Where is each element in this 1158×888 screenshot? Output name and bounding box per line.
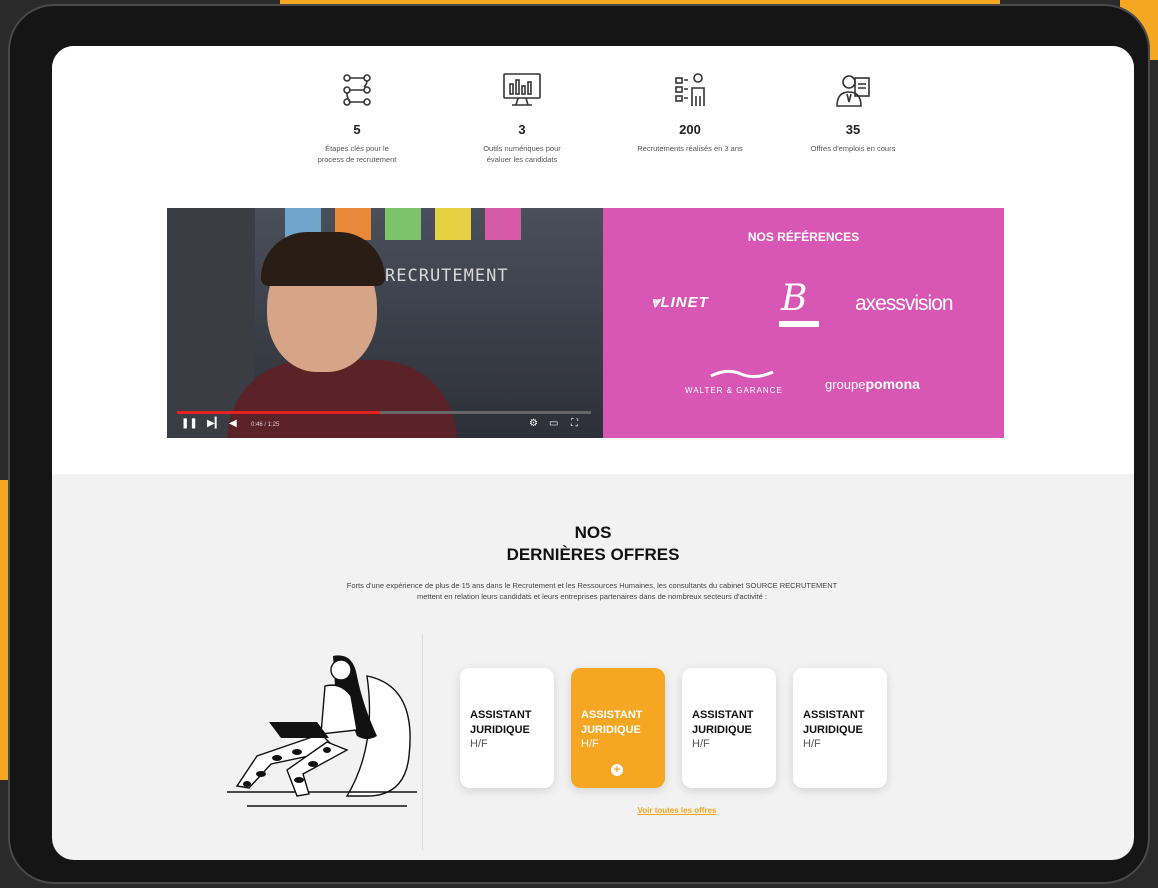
volume-icon[interactable]: ◀ [229,418,237,429]
job-card-suffix: H/F [470,738,488,750]
job-card-title: ASSISTANT JURIDIQUE [692,709,754,736]
stat-number: 35 [845,122,861,137]
job-card-suffix: H/F [692,738,710,750]
color-square [385,208,421,240]
tablet-frame: 5 Étapes clés pour le process de recrutem… [8,4,1150,884]
job-card-title: ASSISTANT JURIDIQUE [470,709,532,736]
stat-offers: 35 Offres d'emplois en cours [783,70,923,154]
plus-icon[interactable]: + [611,764,623,776]
linet-logo: ⩔LINET [651,294,709,311]
job-card[interactable]: ASSISTANT JURIDIQUE H/F [682,668,776,788]
see-all-offers-link[interactable]: Voir toutes les offres [622,806,732,815]
job-card-title: ASSISTANT JURIDIQUE [803,709,865,736]
references-title: NOS RÉFÉRENCES [747,230,860,244]
walter-garance-logo: WALTER & GARANCE [685,386,783,395]
process-steps-icon [343,74,371,106]
settings-icon[interactable]: ⚙ [529,418,538,429]
b-logo-bar [779,321,819,327]
stat-label: Offres d'emplois en cours [810,144,896,153]
job-card-suffix: H/F [803,738,821,750]
woman-laptop-illustration [227,655,417,807]
walter-garance-wave-icon [710,369,774,379]
groupe-pomona-logo: groupepomona [825,376,920,392]
axess-vision-logo: axessvision [855,292,954,315]
stat-label: Outils numériques pour évaluer les candid… [483,144,561,164]
color-square [485,208,521,240]
job-card[interactable]: ASSISTANT JURIDIQUE H/F [460,668,554,788]
references-panel: NOS RÉFÉRENCES ⩔LINET B axessvision WALT… [603,208,1004,438]
stat-number: 3 [518,122,526,137]
job-card-active[interactable]: ASSISTANT JURIDIQUE H/F + [571,668,665,788]
offers-title: NOS DERNIÈRES OFFRES [506,523,680,564]
video-controls: ❚❚ ▶▎ ◀ 0:46 / 1:25 ⚙ ▭ ⛶ [167,414,603,438]
pause-icon[interactable]: ❚❚ [181,418,198,429]
stats-section: 5 Étapes clés pour le process de recrutem… [52,46,1134,474]
recruitments-icon [675,73,705,106]
video-player[interactable]: RECRUTEMENT ❚❚ ▶▎ ◀ 0:46 / 1:25 ⚙ ▭ ⛶ [167,208,603,438]
stat-number: 5 [353,122,361,137]
video-time: 0:46 / 1:25 [251,422,280,428]
theater-mode-icon[interactable]: ▭ [549,418,558,429]
job-card-suffix: H/F [581,738,599,750]
video-wall-text: RECRUTEMENT [385,266,509,286]
color-square [435,208,471,240]
section-divider [422,634,423,850]
next-icon[interactable]: ▶▎ [207,418,222,429]
job-card-title: ASSISTANT JURIDIQUE [581,709,643,736]
job-card[interactable]: ASSISTANT JURIDIQUE H/F [793,668,887,788]
digital-tools-icon [503,73,541,106]
stat-steps: 5 Étapes clés pour le process de recrutem… [287,70,427,165]
stat-number: 200 [679,122,701,137]
tablet-screen: 5 Étapes clés pour le process de recrutem… [52,46,1134,860]
b-logo: B [781,278,808,319]
stat-recruitments: 200 Recrutements réalisés en 3 ans [620,70,760,154]
job-offers-icon [836,75,870,107]
stat-label: Recrutements réalisés en 3 ans [637,144,743,153]
stat-tools: 3 Outils numériques pour évaluer les cand… [452,70,592,165]
offers-description: Forts d'une expérience de plus de 15 ans… [346,581,838,601]
fullscreen-icon[interactable]: ⛶ [571,418,578,429]
stat-label: Étapes clés pour le process de recrutemen… [317,144,397,164]
